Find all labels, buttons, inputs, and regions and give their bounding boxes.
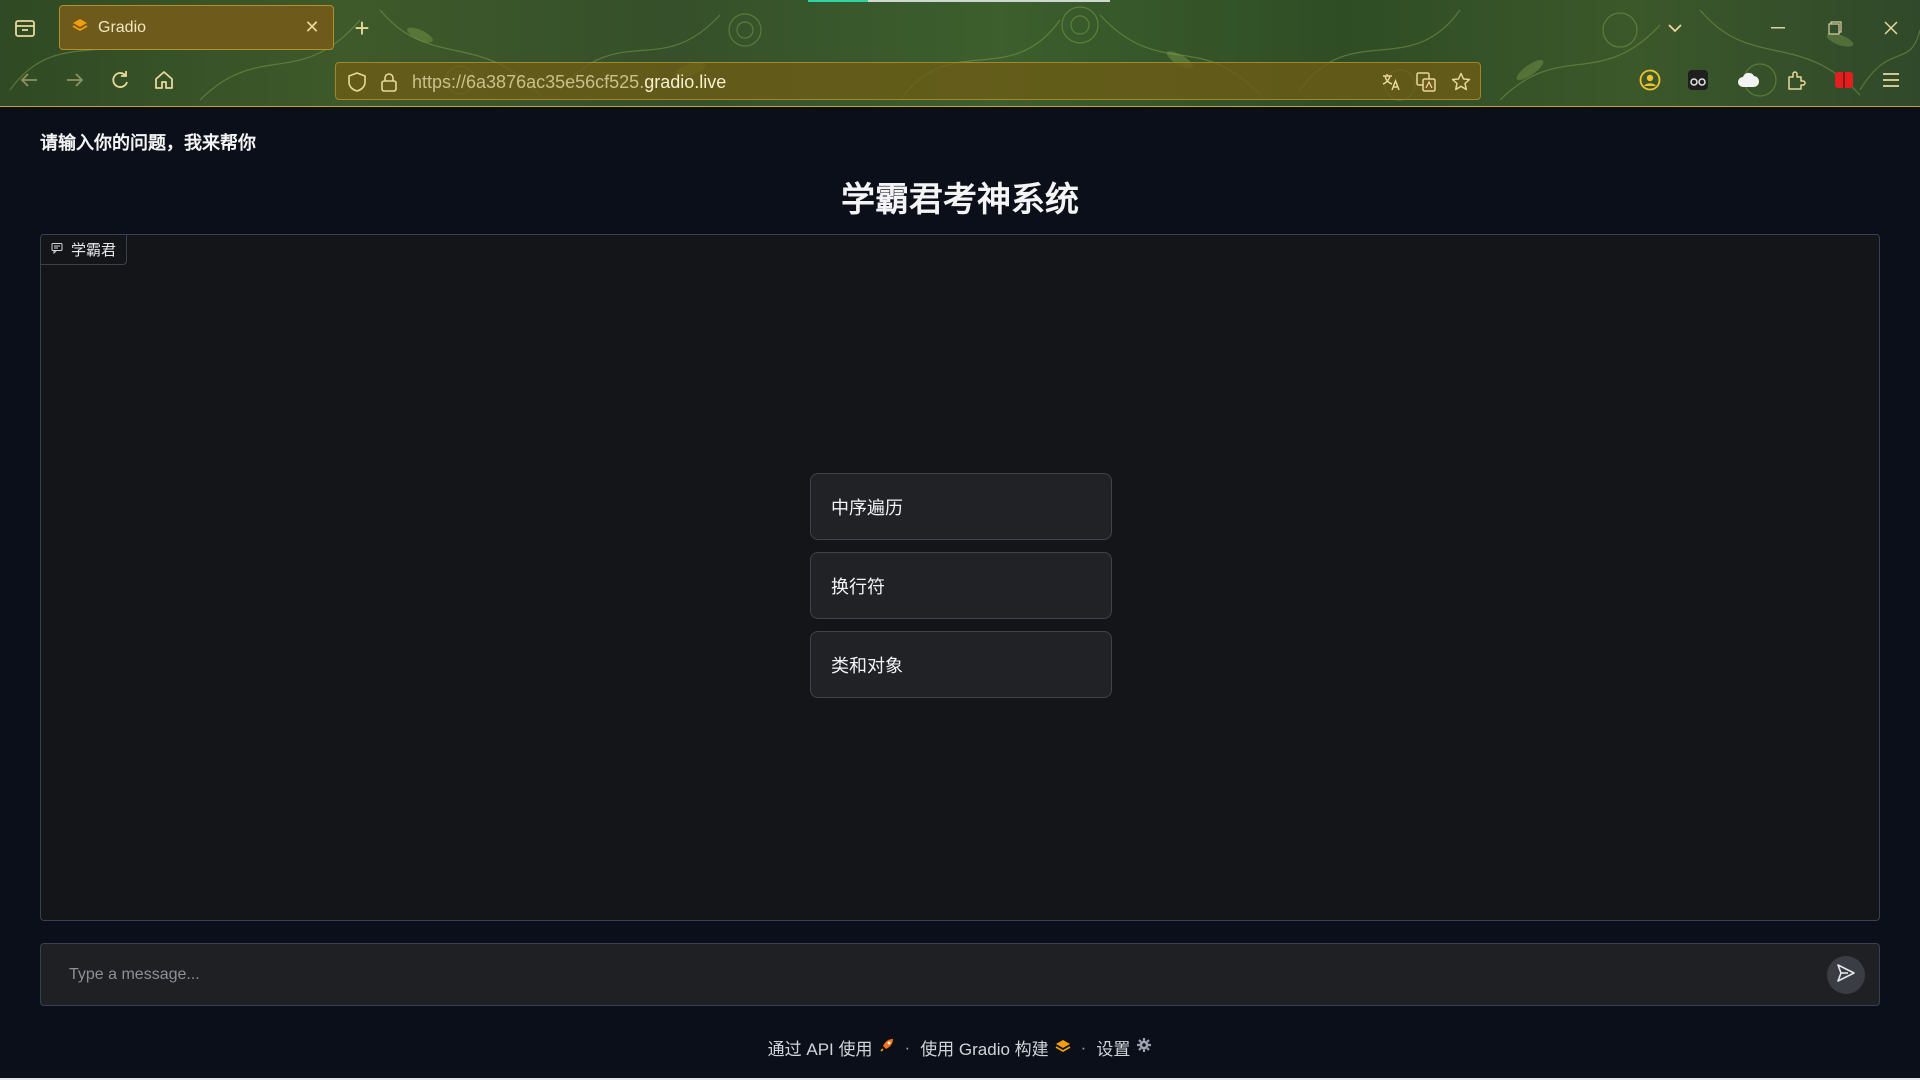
- browser-chrome: Gradio ✕ + https://6a3876ac35e56cf525.gr…: [0, 0, 1920, 107]
- send-icon: [1836, 963, 1856, 988]
- built-label: 使用 Gradio 构建: [920, 1040, 1049, 1059]
- tabs-dropdown-icon[interactable]: [1663, 16, 1687, 40]
- back-icon[interactable]: [16, 67, 42, 93]
- extensions-icon[interactable]: [1783, 67, 1809, 93]
- url-prefix: https://6a3876ac35e56cf525.: [412, 72, 645, 92]
- tab-title: Gradio: [98, 18, 147, 36]
- example-button[interactable]: 换行符: [810, 552, 1112, 619]
- gear-icon: [1136, 1037, 1152, 1058]
- tab-bar: Gradio ✕ +: [0, 0, 1920, 55]
- api-label: 通过 API 使用: [767, 1040, 873, 1059]
- send-button[interactable]: [1827, 956, 1865, 994]
- gradio-link[interactable]: 使用 Gradio 构建: [920, 1035, 1071, 1060]
- loading-indicator: [808, 0, 1110, 2]
- chatbot-label: 学霸君: [41, 235, 128, 265]
- window-close-icon[interactable]: [1879, 16, 1903, 40]
- extension-reader-icon[interactable]: [1685, 67, 1711, 93]
- restore-icon[interactable]: [1823, 16, 1847, 40]
- examples-list: 中序遍历 换行符 类和对象: [810, 473, 1112, 698]
- message-input[interactable]: [41, 944, 1821, 1005]
- close-icon[interactable]: ✕: [303, 17, 321, 38]
- settings-link[interactable]: 设置: [1096, 1035, 1152, 1060]
- settings-label: 设置: [1096, 1040, 1131, 1059]
- api-link[interactable]: 通过 API 使用: [768, 1035, 895, 1060]
- example-button[interactable]: 中序遍历: [810, 473, 1112, 540]
- extension-cloud-icon[interactable]: [1735, 67, 1761, 93]
- footer-separator: ·: [1080, 1037, 1087, 1057]
- page-title: 学霸君考神系统: [841, 181, 1079, 219]
- url-domain: gradio.live: [644, 72, 727, 92]
- gradio-logo-icon: [1055, 1038, 1071, 1058]
- reload-icon[interactable]: [107, 67, 133, 93]
- gradio-logo-icon: [72, 18, 88, 37]
- home-icon[interactable]: [151, 67, 177, 93]
- chat-bubble-icon: [51, 241, 63, 258]
- shield-icon[interactable]: [346, 71, 368, 93]
- url-bar[interactable]: https://6a3876ac35e56cf525.gradio.live: [335, 62, 1481, 100]
- new-tab-icon[interactable]: +: [349, 13, 375, 43]
- gradio-page: 请输入你的问题，我来帮你 学霸君考神系统 学霸君 中序遍历 换行符 类和对象 通…: [0, 107, 1920, 1080]
- account-icon[interactable]: [1637, 67, 1663, 93]
- tab-list-icon[interactable]: [12, 15, 38, 41]
- minimize-icon[interactable]: [1766, 16, 1790, 40]
- footer: 通过 API 使用 · 使用 Gradio 构建 · 设置: [0, 1035, 1920, 1060]
- top-note: 请输入你的问题，我来帮你: [40, 133, 256, 153]
- page-translate-icon[interactable]: [1415, 71, 1437, 93]
- extension-red-icon[interactable]: [1831, 67, 1857, 93]
- bookmark-star-icon[interactable]: [1450, 71, 1472, 93]
- url-text[interactable]: https://6a3876ac35e56cf525.gradio.live: [412, 72, 726, 93]
- footer-separator: ·: [904, 1037, 911, 1057]
- chatbot-panel: 学霸君 中序遍历 换行符 类和对象: [40, 234, 1880, 921]
- forward-icon[interactable]: [62, 67, 88, 93]
- rocket-icon: [879, 1037, 895, 1058]
- example-button[interactable]: 类和对象: [810, 631, 1112, 698]
- lock-icon[interactable]: [378, 71, 400, 93]
- menu-icon[interactable]: [1878, 67, 1904, 93]
- chatbot-label-text: 学霸君: [71, 242, 117, 259]
- translate-icon[interactable]: [1380, 71, 1402, 93]
- message-input-row: [40, 943, 1880, 1006]
- tab-gradio[interactable]: Gradio ✕: [59, 5, 334, 50]
